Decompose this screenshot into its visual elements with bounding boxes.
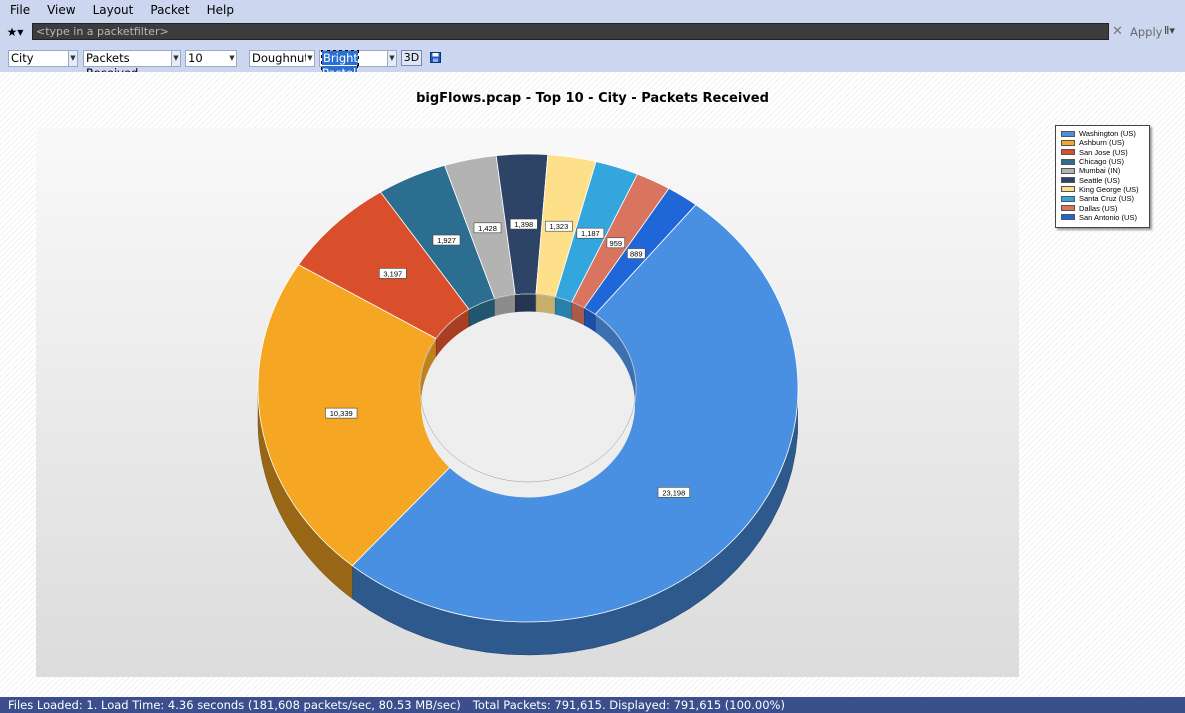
legend-swatch bbox=[1061, 214, 1075, 221]
data-label: 959 bbox=[610, 239, 623, 248]
legend-label: Santa Cruz (US) bbox=[1079, 194, 1135, 204]
clear-filter-icon[interactable]: ✕ bbox=[1112, 24, 1123, 39]
chevron-down-icon: ▼ bbox=[228, 51, 236, 66]
data-label: 1,927 bbox=[437, 236, 456, 245]
data-label: 23,198 bbox=[662, 488, 685, 497]
status-bar: Files Loaded: 1. Load Time: 4.36 seconds… bbox=[0, 697, 1185, 713]
legend-swatch bbox=[1061, 177, 1075, 184]
data-label: 1,323 bbox=[550, 222, 569, 231]
legend-label: King George (US) bbox=[1079, 184, 1139, 194]
apply-filter-button[interactable]: Apply bbox=[1130, 25, 1162, 39]
legend-swatch bbox=[1061, 149, 1075, 156]
data-label: 1,187 bbox=[581, 229, 600, 238]
filter-bar: ★▾ <type in a packetfilter> ✕ Apply Ⅱ▾ bbox=[0, 20, 1185, 44]
legend-item: Seattle (US) bbox=[1061, 175, 1149, 185]
legend-label: Seattle (US) bbox=[1079, 175, 1120, 185]
toggle-3d-button[interactable]: 3D bbox=[401, 50, 422, 66]
legend-item: Chicago (US) bbox=[1061, 157, 1149, 166]
chart-type-value: Doughnut bbox=[252, 51, 309, 65]
menu-view[interactable]: View bbox=[37, 0, 82, 20]
field-select[interactable]: City ▼ bbox=[8, 50, 78, 67]
legend-label: San Jose (US) bbox=[1079, 147, 1128, 157]
favorites-star-icon[interactable]: ★▾ bbox=[0, 25, 30, 39]
legend-swatch bbox=[1061, 195, 1075, 202]
legend-swatch bbox=[1061, 186, 1075, 193]
chart-legend: Washington (US) Ashburn (US) San Jose (US)… bbox=[1055, 125, 1150, 228]
chevron-down-icon: ▼ bbox=[171, 51, 180, 66]
legend-label: Dallas (US) bbox=[1079, 203, 1118, 213]
metric-select[interactable]: Packets Received ▼ bbox=[83, 50, 181, 80]
packet-filter-input[interactable]: <type in a packetfilter> bbox=[32, 23, 1109, 40]
legend-swatch bbox=[1061, 205, 1075, 212]
packet-count-status: Total Packets: 791,615. Displayed: 791,6… bbox=[472, 698, 785, 712]
chart-panel: bigFlows.pcap - Top 10 - City - Packets … bbox=[0, 72, 1185, 697]
save-icon[interactable] bbox=[430, 52, 441, 63]
legend-swatch bbox=[1061, 139, 1075, 146]
chevron-down-icon: ▼ bbox=[306, 51, 314, 66]
legend-label: Washington (US) bbox=[1079, 129, 1136, 139]
data-label: 1,428 bbox=[478, 224, 497, 233]
chevron-down-icon: ▼ bbox=[68, 51, 77, 66]
menu-help[interactable]: Help bbox=[197, 0, 241, 20]
legend-item: King George (US) bbox=[1061, 185, 1149, 194]
legend-item: Ashburn (US) bbox=[1061, 138, 1149, 147]
legend-label: San Antonio (US) bbox=[1079, 212, 1137, 222]
legend-item: Mumbai (IN) bbox=[1061, 166, 1149, 175]
field-select-value: City bbox=[11, 51, 34, 65]
chart-toolbar: City ▼ Packets Received ▼ 10 ▼ Doughnut … bbox=[0, 44, 1185, 81]
top-count-value: 10 bbox=[188, 51, 203, 65]
data-label: 889 bbox=[630, 250, 643, 259]
doughnut-chart: 23,198 10,339 3,197 1,927 1,428 1,398 1,323 1,1… bbox=[257, 153, 799, 656]
menu-bar: File View Layout Packet Help bbox=[0, 0, 1185, 20]
chevron-down-icon: ▼ bbox=[387, 51, 396, 66]
legend-item: San Antonio (US) bbox=[1061, 213, 1149, 222]
legend-label: Ashburn (US) bbox=[1079, 138, 1125, 148]
legend-label: Chicago (US) bbox=[1079, 157, 1125, 167]
menu-layout[interactable]: Layout bbox=[83, 0, 141, 20]
legend-item: Santa Cruz (US) bbox=[1061, 194, 1149, 203]
menu-file[interactable]: File bbox=[0, 0, 37, 20]
legend-swatch bbox=[1061, 130, 1075, 137]
chart-type-select[interactable]: Doughnut ▼ bbox=[249, 50, 315, 67]
filter-options-icon[interactable]: Ⅱ▾ bbox=[1164, 24, 1175, 37]
legend-item: San Jose (US) bbox=[1061, 148, 1149, 157]
load-status: Files Loaded: 1. Load Time: 4.36 seconds… bbox=[8, 698, 461, 712]
data-label: 10,339 bbox=[330, 409, 353, 418]
legend-swatch bbox=[1061, 158, 1075, 165]
legend-item: Dallas (US) bbox=[1061, 203, 1149, 213]
top-count-select[interactable]: 10 ▼ bbox=[185, 50, 237, 67]
legend-item: Washington (US) bbox=[1061, 129, 1149, 138]
data-label: 1,398 bbox=[514, 220, 533, 229]
menu-packet[interactable]: Packet bbox=[140, 0, 196, 20]
palette-select[interactable]: Bright Pastel ▼ bbox=[319, 50, 397, 81]
data-label: 3,197 bbox=[383, 269, 402, 278]
legend-label: Mumbai (IN) bbox=[1079, 166, 1121, 176]
legend-swatch bbox=[1061, 167, 1075, 174]
doughnut-hole bbox=[421, 311, 635, 498]
